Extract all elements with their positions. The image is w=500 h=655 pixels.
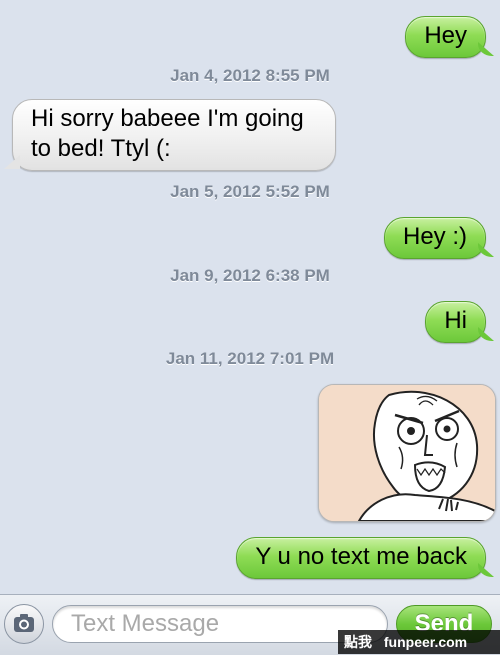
incoming-message[interactable]: Hi sorry babeee I'm going to bed! Ttyl (… [12, 99, 336, 171]
timestamp: Jan 11, 2012 7:01 PM [165, 349, 335, 368]
outgoing-message[interactable]: Hey :) [383, 217, 486, 259]
timestamp: Jan 5, 2012 5:52 PM [170, 182, 330, 201]
message-text: Hey :) [402, 223, 467, 250]
message-text: Y u no text me back [255, 543, 467, 570]
timestamp: Jan 4, 2012 8:55 PM [170, 66, 330, 85]
watermark: 點我 funpeer.com [338, 630, 500, 654]
timestamp: Jan 9, 2012 6:38 PM [170, 266, 330, 285]
message-thread: Hey Jan 4, 2012 8:55 PM Hi sorry babeee … [0, 0, 500, 594]
y-u-no-rage-face-image [319, 385, 495, 521]
outgoing-message[interactable]: Hey [405, 16, 486, 58]
message-text: Hi sorry babeee I'm going to bed! Ttyl (… [31, 105, 304, 162]
outgoing-message[interactable]: Y u no text me back [236, 537, 486, 579]
image-message[interactable] [318, 384, 496, 522]
outgoing-message[interactable]: Hi [425, 301, 486, 343]
watermark-domain: funpeer.com [383, 634, 468, 650]
camera-icon [14, 614, 34, 632]
message-text: Hey [424, 22, 467, 49]
camera-button[interactable] [4, 604, 44, 644]
message-text: Hi [444, 307, 467, 334]
watermark-chinese-text: 點我 [344, 634, 372, 650]
